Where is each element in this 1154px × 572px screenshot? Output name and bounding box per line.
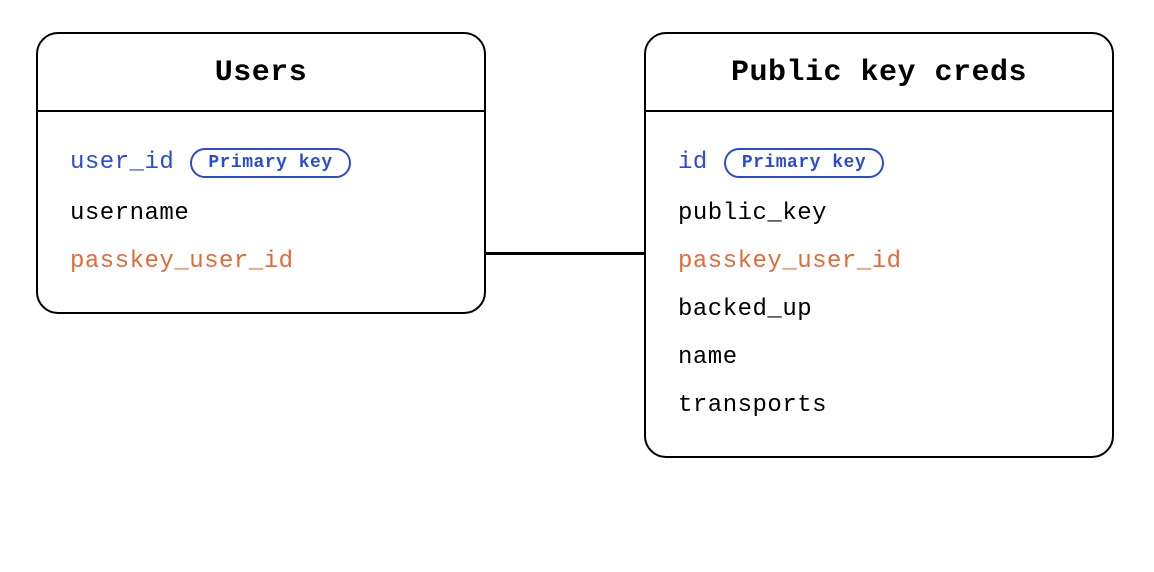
entity-creds: Public key creds id Primary key public_k… [644, 32, 1114, 458]
field-name: user_id [70, 151, 174, 175]
field-name: passkey_user_id [70, 250, 294, 274]
field-name: public_key [678, 202, 827, 226]
relationship-connector [486, 252, 644, 255]
field-name-field: name [678, 334, 1080, 382]
primary-key-badge: Primary key [190, 148, 350, 178]
field-name: backed_up [678, 298, 812, 322]
entity-users-title: Users [38, 34, 484, 112]
entity-users-body: user_id Primary key username passkey_use… [38, 112, 484, 312]
primary-key-badge: Primary key [724, 148, 884, 178]
entity-creds-body: id Primary key public_key passkey_user_i… [646, 112, 1112, 456]
field-name: transports [678, 394, 827, 418]
field-username: username [70, 190, 452, 238]
field-passkey-user-id: passkey_user_id [70, 238, 452, 286]
field-name: id [678, 151, 708, 175]
field-name: name [678, 346, 738, 370]
er-diagram: Users user_id Primary key username passk… [30, 30, 1124, 542]
field-public-key: public_key [678, 190, 1080, 238]
field-name: username [70, 202, 189, 226]
field-backed-up: backed_up [678, 286, 1080, 334]
field-id: id Primary key [678, 136, 1080, 190]
field-user-id: user_id Primary key [70, 136, 452, 190]
field-name: passkey_user_id [678, 250, 902, 274]
entity-users: Users user_id Primary key username passk… [36, 32, 486, 314]
entity-creds-title: Public key creds [646, 34, 1112, 112]
field-transports: transports [678, 382, 1080, 430]
field-passkey-user-id: passkey_user_id [678, 238, 1080, 286]
